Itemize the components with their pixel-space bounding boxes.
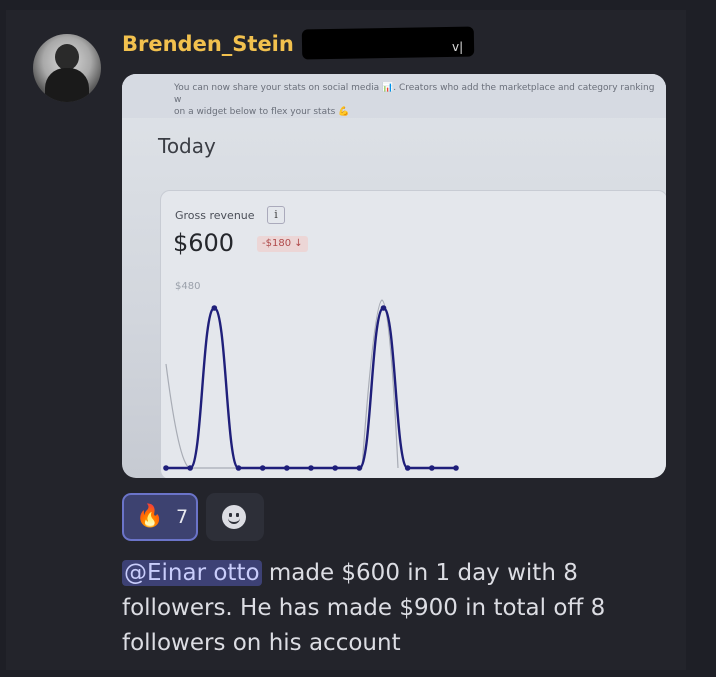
attached-image[interactable]: You can now share your stats on social m… <box>122 74 666 478</box>
data-point <box>163 465 169 471</box>
data-point <box>356 465 363 471</box>
data-point <box>308 465 314 471</box>
smiley-face-icon <box>222 505 246 529</box>
comparison-series-line <box>165 299 399 469</box>
smiley-mouth <box>228 516 240 524</box>
avatar-body <box>45 68 89 102</box>
data-point <box>380 305 387 311</box>
fire-icon: 🔥 <box>136 504 164 529</box>
username[interactable]: Brenden_Stein <box>122 32 294 56</box>
message-text: @Einar otto made $600 in 1 day with 8 fo… <box>122 556 682 661</box>
revenue-line-chart <box>163 299 459 471</box>
data-point <box>429 465 435 471</box>
redaction-bar <box>301 26 475 60</box>
avatar-head <box>55 44 79 70</box>
fire-reaction-button[interactable]: 🔥 7 <box>122 493 198 541</box>
data-point <box>453 465 459 471</box>
redaction-tail: v| <box>452 40 464 54</box>
data-point <box>187 465 193 471</box>
data-point <box>211 305 218 311</box>
data-point <box>332 465 338 471</box>
data-point <box>259 465 266 471</box>
user-mention[interactable]: @Einar otto <box>122 560 262 586</box>
data-point <box>235 465 242 471</box>
data-point <box>284 465 290 471</box>
add-reaction-button[interactable] <box>206 493 264 541</box>
data-point <box>404 465 411 471</box>
user-avatar[interactable] <box>33 34 101 102</box>
reaction-count: 7 <box>176 506 189 528</box>
series-line <box>166 306 456 470</box>
